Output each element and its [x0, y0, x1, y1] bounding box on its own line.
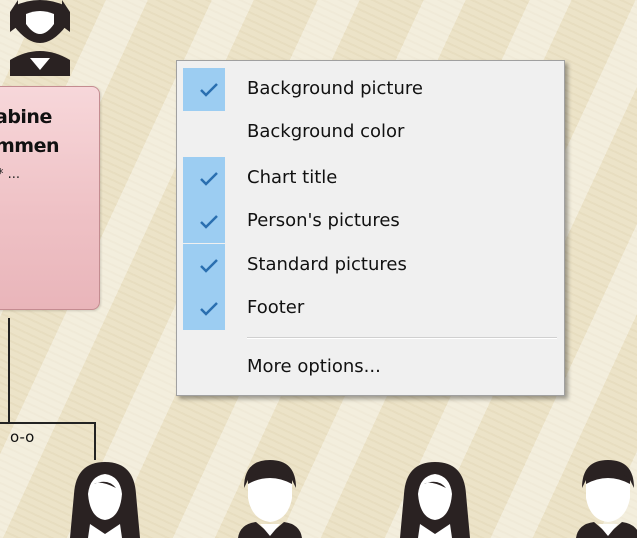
check-strip — [183, 68, 225, 111]
menu-item-label: Footer — [247, 297, 305, 318]
menu-item-standard-pictures[interactable]: Standard pictures — [177, 244, 564, 287]
check-icon — [200, 215, 218, 229]
female-avatar-icon — [10, 0, 70, 76]
check-icon — [200, 302, 218, 316]
female-avatar-icon — [400, 462, 470, 538]
menu-item-label: Background picture — [247, 78, 423, 99]
connector-vertical-left — [8, 318, 10, 424]
menu-item-label: Standard pictures — [247, 254, 407, 275]
menu-item-persons-pictures[interactable]: Person's pictures — [177, 200, 564, 243]
female-avatar-icon — [70, 462, 140, 538]
menu-item-chart-title[interactable]: Chart title — [177, 157, 564, 200]
context-menu: Background picture Background color Char… — [176, 60, 565, 396]
person-name-line1: abine — [0, 106, 52, 128]
check-icon — [200, 172, 218, 186]
menu-item-label: Background color — [247, 121, 405, 142]
male-avatar-icon — [576, 460, 637, 538]
check-strip — [183, 244, 225, 287]
check-strip — [183, 287, 225, 330]
check-strip — [183, 200, 225, 243]
male-avatar-icon — [238, 460, 302, 538]
connector-vertical-right — [94, 422, 96, 460]
person-dates: * ... — [0, 167, 21, 182]
menu-item-label: Chart title — [247, 167, 338, 188]
person-name-line2: mmen — [0, 135, 60, 157]
menu-item-footer[interactable]: Footer — [177, 287, 564, 330]
menu-separator — [247, 337, 557, 339]
menu-item-label: More options... — [247, 356, 381, 377]
menu-item-label: Person's pictures — [247, 210, 400, 231]
marriage-label: o-o — [10, 428, 35, 446]
check-strip — [183, 157, 225, 200]
menu-item-background-color[interactable]: Background color — [177, 111, 564, 154]
check-icon — [200, 259, 218, 273]
menu-item-more-options[interactable]: More options... — [177, 346, 564, 389]
connector-horizontal — [0, 422, 96, 424]
menu-item-background-picture[interactable]: Background picture — [177, 68, 564, 111]
check-icon — [200, 83, 218, 97]
person-card[interactable]: abine mmen * ... — [0, 86, 100, 310]
